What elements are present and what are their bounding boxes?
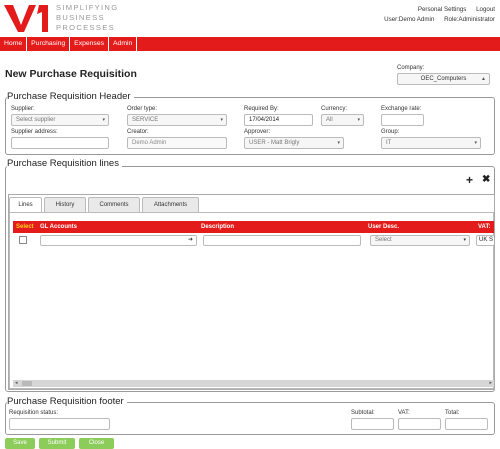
- requisition-status-label: Requisition status:: [9, 410, 59, 416]
- tab-history[interactable]: History: [44, 197, 86, 212]
- col-gl-accounts[interactable]: GL Accounts: [40, 221, 77, 233]
- supplier-address-field[interactable]: [11, 137, 109, 149]
- company-select[interactable]: OEC_Computers ▲: [397, 73, 490, 85]
- exchange-rate-field[interactable]: [381, 114, 424, 126]
- company-label: Company:: [397, 65, 425, 71]
- user-menu: Personal Settings Logout User:Demo Admin…: [376, 5, 495, 25]
- chevron-down-icon: ▾: [337, 140, 340, 146]
- nav-expenses[interactable]: Expenses: [70, 37, 110, 51]
- chevron-down-icon: ▾: [357, 117, 360, 123]
- approver-select[interactable]: USER - Matt Brigly ▾: [244, 137, 344, 149]
- required-by-label: Required By:: [244, 106, 279, 112]
- lines-horizontal-scrollbar[interactable]: ◂ ▸: [13, 380, 494, 387]
- company-value: OEC_Computers: [420, 76, 467, 82]
- total-label: Total:: [445, 410, 460, 416]
- header-title: Purchase Requisition Header: [7, 91, 134, 102]
- subtotal-field: [351, 418, 394, 430]
- arrow-right-icon[interactable]: ➜: [188, 236, 193, 245]
- brand-line-1: SIMPLIFYING: [56, 3, 119, 12]
- main-nav: Home Purchasing Expenses Admin: [0, 37, 500, 51]
- scroll-right-icon[interactable]: ▸: [489, 380, 492, 387]
- gl-account-input[interactable]: ➜: [40, 235, 197, 246]
- requisition-status-field: [9, 418, 110, 430]
- brand-line-3: PROCESSES: [56, 23, 115, 32]
- scrollbar-thumb[interactable]: [22, 381, 32, 386]
- description-input[interactable]: [203, 235, 361, 246]
- tab-attachments[interactable]: Attachments: [142, 197, 199, 212]
- required-by-field[interactable]: 17/04/2014: [244, 114, 313, 126]
- order-type-label: Order type:: [127, 106, 158, 112]
- currency-select[interactable]: All ▾: [321, 114, 364, 126]
- lines-title: Purchase Requisition lines: [7, 158, 122, 169]
- creator-field: Demo Admin: [127, 137, 227, 149]
- submit-button[interactable]: Submit: [39, 438, 75, 449]
- tab-comments[interactable]: Comments: [88, 197, 140, 212]
- group-label: Group:: [381, 129, 400, 135]
- supplier-value: Select supplier: [16, 117, 56, 123]
- lines-tabs: Lines History Comments Attachments: [9, 197, 201, 212]
- col-select[interactable]: Select: [16, 221, 34, 233]
- currency-label: Currency:: [321, 106, 348, 112]
- user-desc-value: Select: [375, 237, 392, 243]
- chevron-down-icon: ▾: [220, 117, 223, 123]
- save-button[interactable]: Save: [5, 438, 35, 449]
- subtotal-label: Subtotal:: [351, 410, 375, 416]
- supplier-address-label: Supplier address:: [11, 129, 58, 135]
- lines-grid-header: Select GL Accounts Description User Desc…: [13, 221, 494, 233]
- col-vat[interactable]: VAT:: [478, 221, 490, 233]
- brand-tagline: SIMPLIFYING BUSINESS PROCESSES: [56, 3, 118, 33]
- table-row: ➜ Select ▾ UK S: [13, 234, 494, 247]
- brand-line-2: BUSINESS: [56, 13, 105, 22]
- page-title: New Purchase Requisition: [5, 68, 137, 80]
- delete-line-icon[interactable]: ✖: [482, 174, 490, 185]
- row-select-checkbox[interactable]: [19, 236, 27, 244]
- nav-home[interactable]: Home: [0, 37, 28, 51]
- app-root: SIMPLIFYING BUSINESS PROCESSES Personal …: [0, 0, 500, 449]
- currency-value: All: [326, 117, 333, 123]
- vat-label: VAT:: [398, 410, 410, 416]
- col-description[interactable]: Description: [201, 221, 234, 233]
- chevron-down-icon: ▲: [481, 76, 486, 82]
- chevron-down-icon: ▾: [474, 140, 477, 146]
- footer-title: Purchase Requisition footer: [7, 396, 127, 407]
- supplier-label: Supplier:: [11, 106, 35, 112]
- nav-purchasing[interactable]: Purchasing: [27, 37, 71, 51]
- chevron-down-icon: ▾: [463, 237, 466, 243]
- supplier-select[interactable]: Select supplier ▾: [11, 114, 109, 126]
- current-role: Role:Administrator: [444, 16, 495, 23]
- vat-field: [398, 418, 441, 430]
- total-field: [445, 418, 488, 430]
- close-button[interactable]: Close: [79, 438, 114, 449]
- group-value: IT: [386, 140, 392, 146]
- order-type-value: SERVICE: [132, 117, 159, 123]
- col-user-desc[interactable]: User Desc.: [368, 221, 399, 233]
- approver-value: USER - Matt Brigly: [249, 140, 300, 146]
- nav-admin[interactable]: Admin: [109, 37, 138, 51]
- approver-label: Approver:: [244, 129, 271, 135]
- exchange-rate-label: Exchange rate:: [381, 106, 422, 112]
- order-type-select[interactable]: SERVICE ▾: [127, 114, 227, 126]
- chevron-down-icon: ▾: [102, 117, 105, 123]
- scroll-left-icon[interactable]: ◂: [15, 380, 18, 387]
- vat-select[interactable]: UK S: [476, 235, 494, 246]
- tab-lines[interactable]: Lines: [9, 197, 42, 212]
- group-select[interactable]: IT ▾: [381, 137, 481, 149]
- creator-label: Creator:: [127, 129, 149, 135]
- user-desc-select[interactable]: Select ▾: [370, 235, 470, 246]
- brand-logo: [4, 5, 48, 32]
- personal-settings-link[interactable]: Personal Settings: [418, 6, 467, 13]
- add-line-icon[interactable]: +: [466, 173, 473, 187]
- current-user: User:Demo Admin: [384, 16, 435, 23]
- logout-link[interactable]: Logout: [476, 6, 495, 13]
